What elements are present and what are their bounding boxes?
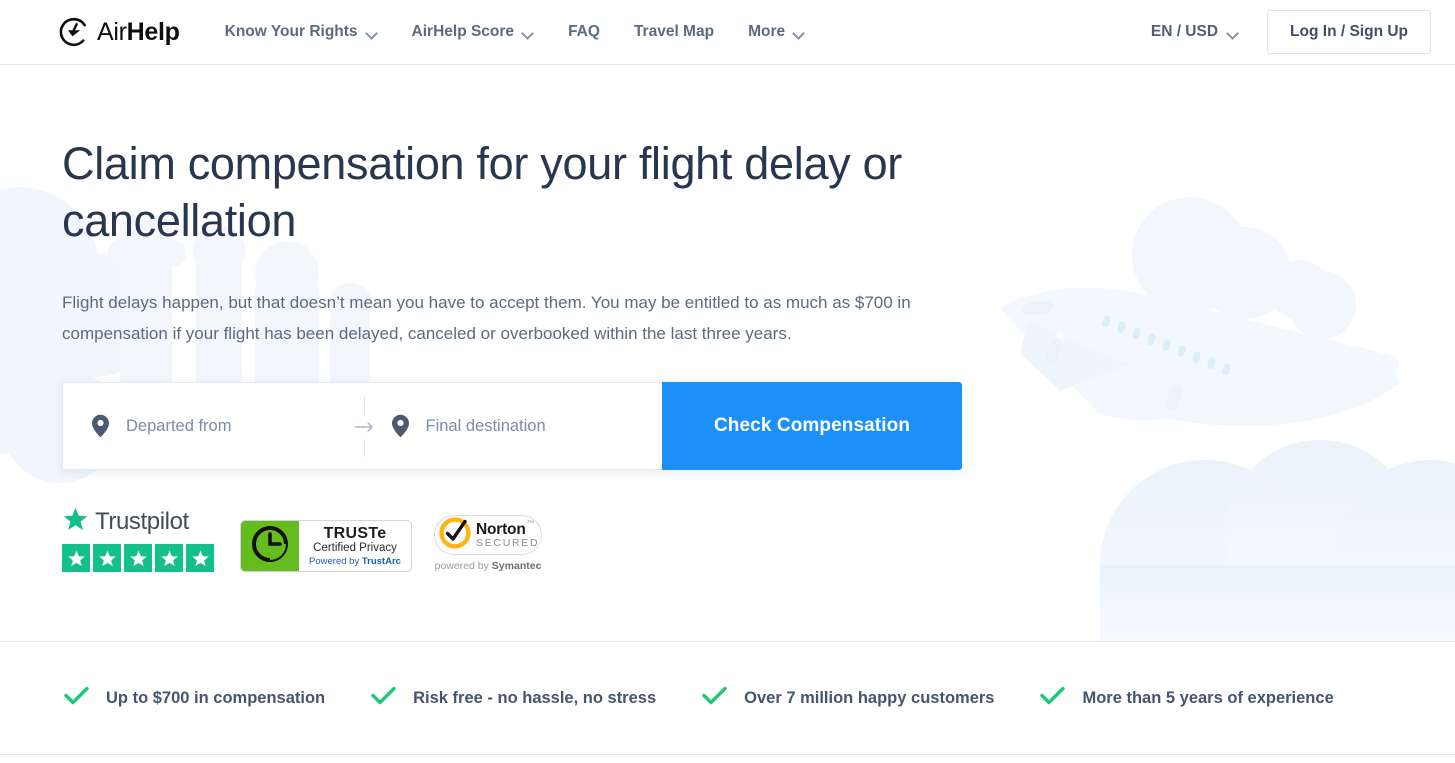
logo-text-bold: Help <box>126 17 180 46</box>
norton-footer-brand: Symantec <box>491 560 542 572</box>
norton-check-icon <box>438 516 472 555</box>
locale-selector[interactable]: EN / USD <box>1147 15 1243 49</box>
locale-label: EN / USD <box>1150 23 1219 40</box>
feature-label: More than 5 years of experience <box>1082 688 1334 707</box>
chevron-down-icon <box>367 29 378 36</box>
norton-footer: powered by Symantec <box>435 560 542 572</box>
feature-label: Up to $700 in compensation <box>106 688 326 707</box>
nav-label: Travel Map <box>633 23 715 40</box>
nav-item-faq[interactable]: FAQ <box>551 13 617 51</box>
nav-item-travel-map[interactable]: Travel Map <box>617 13 731 51</box>
compensation-search-form: Check Compensation <box>62 382 962 470</box>
departure-field[interactable] <box>63 383 363 469</box>
site-header: AirHelp Know Your Rights AirHelp Score F… <box>0 0 1455 65</box>
norton-badge-pill: Norton SECURED ™ <box>434 515 542 555</box>
separator-line-bottom <box>364 439 365 457</box>
norton-line-2: SECURED <box>476 537 540 549</box>
nav-label: FAQ <box>568 23 600 40</box>
check-icon <box>371 686 396 710</box>
star-icon <box>62 544 90 572</box>
login-signup-button[interactable]: Log In / Sign Up <box>1267 10 1431 54</box>
star-icon <box>93 544 121 572</box>
truste-powered-prefix: Powered by <box>309 556 362 567</box>
star-icon <box>124 544 152 572</box>
nav-label: Know Your Rights <box>224 23 358 40</box>
trustpilot-stars <box>62 544 218 572</box>
trust-badges: Trustpilot TRUSTe Certified Privacy Powe… <box>62 506 1022 572</box>
truste-line-1: TRUSTe <box>323 525 387 542</box>
truste-line-3: Powered by TrustArc <box>309 556 401 568</box>
main-nav: Know Your Rights AirHelp Score FAQ Trave… <box>208 13 822 51</box>
feature-label: Over 7 million happy customers <box>744 688 995 707</box>
airhelp-logo-icon <box>58 16 90 48</box>
check-icon <box>702 686 727 710</box>
trustpilot-name: Trustpilot <box>95 508 189 535</box>
star-icon <box>186 544 214 572</box>
truste-powered-brand: TrustArc <box>361 556 401 567</box>
location-pin-icon <box>91 414 110 438</box>
nav-label: More <box>748 23 786 40</box>
truste-badge[interactable]: TRUSTe Certified Privacy Powered by Trus… <box>240 520 412 572</box>
norton-trademark: ™ <box>527 520 534 527</box>
airhelp-logo-text: AirHelp <box>97 18 180 47</box>
nav-item-know-your-rights[interactable]: Know Your Rights <box>208 13 395 51</box>
nav-item-airhelp-score[interactable]: AirHelp Score <box>395 13 552 51</box>
star-icon <box>155 544 183 572</box>
chevron-down-icon <box>794 29 805 36</box>
hero-section: Claim compensation for your flight delay… <box>0 65 1455 641</box>
destination-field[interactable] <box>363 383 663 469</box>
header-actions: EN / USD Log In / Sign Up <box>1147 0 1455 65</box>
feature-item-experience: More than 5 years of experience <box>1040 686 1334 710</box>
footer-strip <box>0 756 1455 763</box>
norton-badge[interactable]: Norton SECURED ™ powered by Symantec <box>434 515 542 572</box>
features-bar: Up to $700 in compensation Risk free - n… <box>0 641 1455 755</box>
feature-item-compensation: Up to $700 in compensation <box>64 686 325 710</box>
search-fields <box>62 382 662 470</box>
nav-label: AirHelp Score <box>411 23 515 40</box>
trustpilot-header: Trustpilot <box>62 506 218 538</box>
check-icon <box>1040 686 1066 710</box>
page-title: Claim compensation for your flight delay… <box>62 138 902 246</box>
search-input[interactable] <box>126 416 343 436</box>
norton-footer-prefix: powered by <box>434 560 492 572</box>
hero-subtitle: Flight delays happen, but that doesn’t m… <box>62 293 911 343</box>
search-input[interactable] <box>425 416 642 436</box>
route-separator <box>352 397 378 457</box>
page-root: AirHelp Know Your Rights AirHelp Score F… <box>0 0 1455 763</box>
check-icon <box>64 686 89 710</box>
hero-content: Claim compensation for your flight delay… <box>62 135 1022 572</box>
feature-item-risk-free: Risk free - no hassle, no stress <box>371 686 656 710</box>
truste-text: TRUSTe Certified Privacy Powered by Trus… <box>299 521 411 571</box>
truste-e-icon <box>250 524 290 569</box>
chevron-down-icon <box>523 29 534 36</box>
airhelp-logo[interactable]: AirHelp <box>58 16 180 48</box>
feature-item-customers: Over 7 million happy customers <box>702 686 994 710</box>
truste-line-2: Certified Privacy <box>313 542 397 554</box>
check-compensation-button[interactable]: Check Compensation <box>662 382 962 470</box>
nav-item-more[interactable]: More <box>731 13 822 51</box>
star-icon <box>62 506 89 538</box>
logo-text-light: Air <box>97 17 127 46</box>
location-pin-icon <box>391 414 410 438</box>
feature-label: Risk free - no hassle, no stress <box>413 688 657 707</box>
truste-mark-panel <box>241 521 299 571</box>
trustpilot-badge[interactable]: Trustpilot <box>62 506 218 572</box>
separator-line-top <box>364 397 365 415</box>
chevron-down-icon <box>1228 29 1239 36</box>
